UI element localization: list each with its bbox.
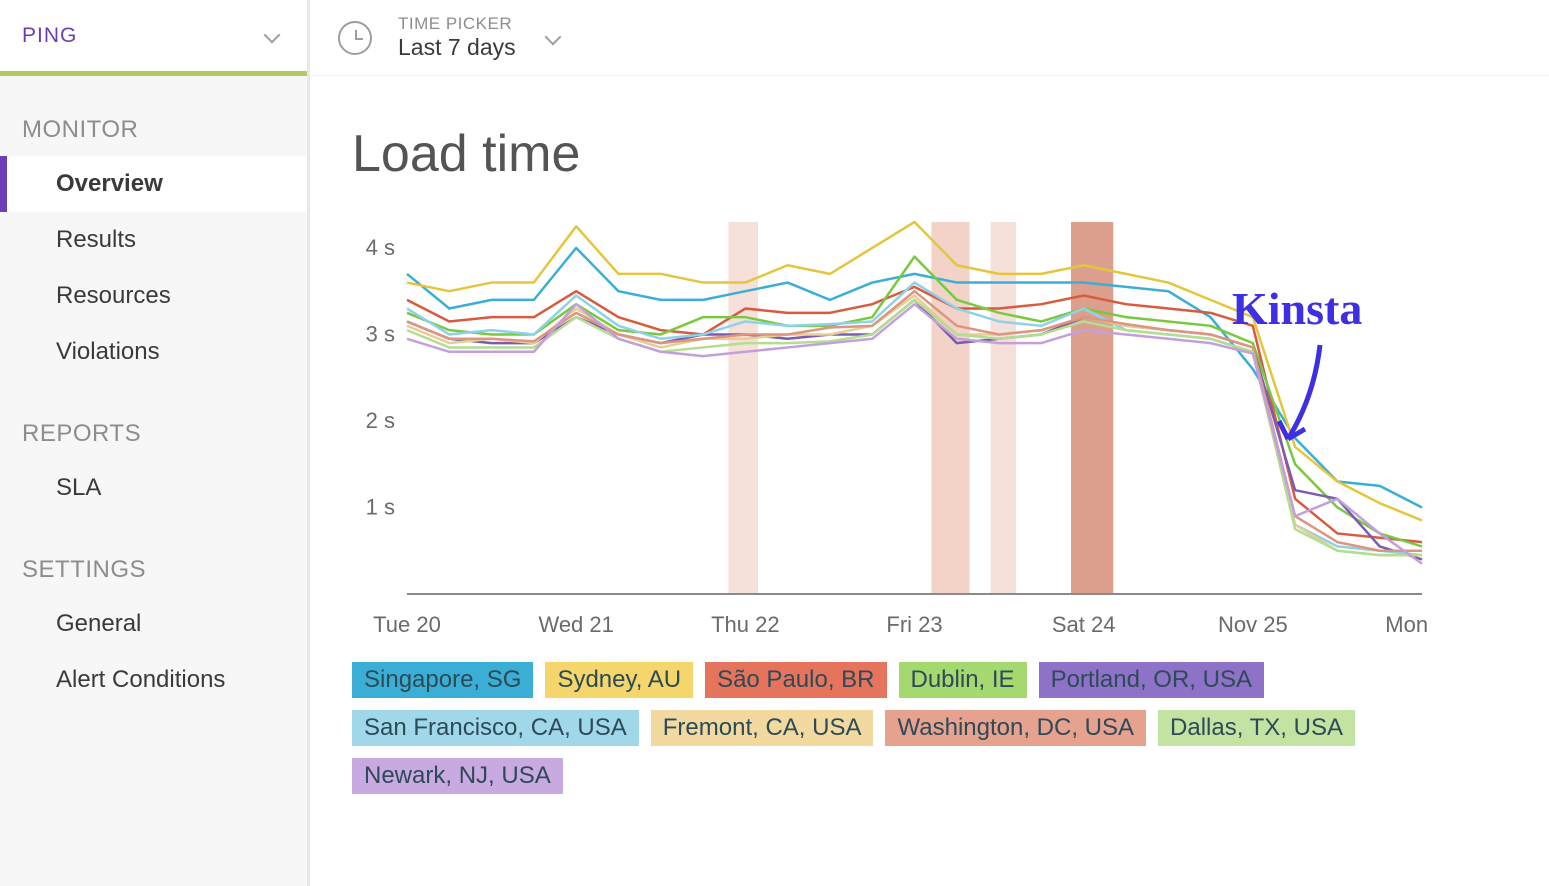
legend-fremont-ca-usa[interactable]: Fremont, CA, USA	[651, 710, 874, 746]
chart-legend: Singapore, SG Sydney, AU São Paulo, BR Dubl…	[352, 662, 1422, 794]
nav-item-results[interactable]: Results	[0, 212, 307, 268]
chevron-down-icon	[263, 27, 281, 45]
svg-text:Sat 24: Sat 24	[1052, 612, 1116, 637]
clock-icon	[338, 21, 372, 55]
section-head-settings: SETTINGS	[0, 516, 307, 596]
legend-singapore-sg[interactable]: Singapore, SG	[352, 662, 533, 698]
svg-text:4 s: 4 s	[366, 235, 395, 260]
nav-item-sla[interactable]: SLA	[0, 460, 307, 516]
legend-sydney-au[interactable]: Sydney, AU	[545, 662, 693, 698]
nav-item-resources[interactable]: Resources	[0, 268, 307, 324]
legend-dublin-ie[interactable]: Dublin, IE	[899, 662, 1027, 698]
svg-text:Wed 21: Wed 21	[538, 612, 613, 637]
topbar: TIME PICKER Last 7 days	[310, 0, 1549, 76]
svg-text:Tue 20: Tue 20	[373, 612, 441, 637]
time-picker[interactable]: TIME PICKER Last 7 days	[398, 14, 562, 61]
nav-item-violations[interactable]: Violations	[0, 324, 307, 380]
app-selector[interactable]: PING	[0, 0, 307, 76]
chart-title: Load time	[352, 124, 1549, 184]
svg-text:Mon 26: Mon 26	[1385, 612, 1432, 637]
app-selector-label: PING	[22, 24, 77, 48]
nav-item-overview[interactable]: Overview	[0, 156, 307, 212]
svg-text:Fri 23: Fri 23	[886, 612, 942, 637]
load-time-chart: 1 s 2 s 3 s 4 s Tue 20 Wed 21 Thu 22 Fri 23 Sat …	[352, 212, 1432, 642]
legend-dallas-tx-usa[interactable]: Dallas, TX, USA	[1158, 710, 1355, 746]
svg-text:3 s: 3 s	[366, 321, 395, 346]
section-head-monitor: MONITOR	[0, 76, 307, 156]
nav-item-general[interactable]: General	[0, 596, 307, 652]
legend-newark-nj-usa[interactable]: Newark, NJ, USA	[352, 758, 563, 794]
nav-item-alert-conditions[interactable]: Alert Conditions	[0, 652, 307, 708]
svg-text:Nov 25: Nov 25	[1218, 612, 1288, 637]
section-head-reports: REPORTS	[0, 380, 307, 460]
chevron-down-icon	[544, 29, 562, 47]
legend-washington-dc-usa[interactable]: Washington, DC, USA	[885, 710, 1146, 746]
legend-portland-or-usa[interactable]: Portland, OR, USA	[1039, 662, 1264, 698]
time-picker-value: Last 7 days	[398, 34, 516, 61]
svg-text:2 s: 2 s	[366, 408, 395, 433]
legend-s-o-paulo-br[interactable]: São Paulo, BR	[705, 662, 886, 698]
main: TIME PICKER Last 7 days Load time 1 s 2 s…	[310, 0, 1549, 886]
svg-text:Thu 22: Thu 22	[711, 612, 780, 637]
time-picker-label: TIME PICKER	[398, 14, 516, 34]
sidebar: PING MONITOROverviewResultsResourcesViol…	[0, 0, 310, 886]
chart-wrap: 1 s 2 s 3 s 4 s Tue 20 Wed 21 Thu 22 Fri 23 Sat …	[352, 212, 1549, 642]
legend-san-francisco-ca-usa[interactable]: San Francisco, CA, USA	[352, 710, 639, 746]
svg-text:1 s: 1 s	[366, 494, 395, 519]
